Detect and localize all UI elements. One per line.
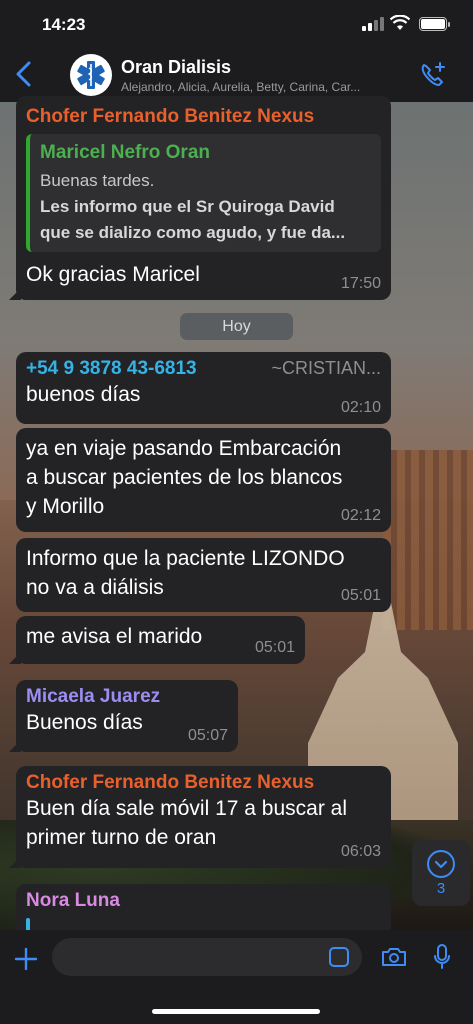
message-text-line: primer turno de oran <box>26 826 217 849</box>
star-of-life-icon <box>77 61 105 89</box>
sticker-icon[interactable] <box>329 947 349 967</box>
back-chevron-icon[interactable] <box>12 58 36 90</box>
message-time: 06:03 <box>340 843 381 860</box>
microphone-icon[interactable] <box>433 944 451 970</box>
message-time: 05:01 <box>254 639 295 656</box>
message-bubble[interactable]: Chofer Fernando Benitez Nexus Maricel Ne… <box>9 96 391 300</box>
message-text-line: no va a diálisis <box>26 576 164 599</box>
message-text-line: ya en viaje pasando Embarcación <box>26 437 342 460</box>
message-text: Ok gracias Maricel <box>26 263 200 286</box>
quoted-sender: Maricel Nefro Oran <box>40 142 210 163</box>
group-avatar[interactable] <box>70 54 112 96</box>
chevron-down-icon <box>427 850 455 878</box>
group-members[interactable]: Alejandro, Alicia, Aurelia, Betty, Carin… <box>121 80 411 94</box>
chat-title[interactable]: Oran Dialisis <box>121 57 231 78</box>
plus-icon[interactable] <box>14 947 38 971</box>
unread-count: 3 <box>436 880 446 897</box>
message-sender[interactable]: Chofer Fernando Benitez Nexus <box>26 772 381 794</box>
message-text-line: a buscar pacientes de los blancos <box>26 466 343 489</box>
message-time: 02:10 <box>340 399 381 416</box>
message-bubble[interactable]: +54 9 3878 43-6813 ~CRISTIAN... buenos d… <box>16 352 391 424</box>
message-bubble[interactable]: ya en viaje pasando Embarcación a buscar… <box>16 428 391 532</box>
message-sender[interactable]: Nora Luna <box>26 890 381 912</box>
date-separator: Hoy <box>180 313 293 340</box>
message-time: 17:50 <box>340 275 381 292</box>
message-text-line: y Morillo <box>26 495 105 518</box>
wifi-icon <box>390 15 410 30</box>
message-bubble[interactable]: Informo que la paciente LIZONDO no va a … <box>16 538 391 612</box>
quoted-message[interactable]: Maricel Nefro Oran Buenas tardes. Les in… <box>26 134 381 252</box>
message-time: 02:12 <box>340 507 381 524</box>
message-bubble[interactable]: Chofer Fernando Benitez Nexus Buen día s… <box>9 766 391 868</box>
camera-icon[interactable] <box>381 947 407 967</box>
message-sender[interactable]: Micaela Juarez <box>26 686 228 708</box>
message-time: 05:01 <box>340 587 381 604</box>
wallpaper-fort <box>383 450 473 630</box>
cellular-signal-icon <box>362 17 384 31</box>
message-input[interactable] <box>52 938 362 976</box>
status-bar: 14:23 <box>0 0 473 48</box>
message-sender: Chofer Fernando Benitez Nexus <box>26 106 315 127</box>
chat-header: Oran Dialisis Alejandro, Alicia, Aurelia… <box>0 48 473 102</box>
message-text: buenos días <box>26 383 141 406</box>
message-time: 05:07 <box>187 727 228 744</box>
battery-icon <box>419 17 450 31</box>
quoted-text-line: Les informo que el Sr Quiroga David <box>40 197 335 216</box>
message-bubble[interactable]: Micaela Juarez Buenos días 05:07 <box>9 680 238 752</box>
message-sender[interactable]: +54 9 3878 43-6813 <box>26 358 197 380</box>
home-indicator[interactable] <box>152 1009 320 1014</box>
add-call-icon[interactable] <box>418 60 448 90</box>
message-bubble[interactable]: me avisa el marido 05:01 <box>9 616 305 664</box>
status-time: 14:23 <box>42 15 86 34</box>
message-text-line: Informo que la paciente LIZONDO <box>26 547 345 570</box>
scroll-to-bottom-button[interactable]: 3 <box>412 840 470 906</box>
message-text-line: Buen día sale móvil 17 a buscar al <box>26 797 348 820</box>
quoted-text-line: que se dializo como agudo, y fue da... <box>40 223 346 242</box>
sender-alias: ~CRISTIAN... <box>271 358 381 378</box>
quoted-text-line: Buenas tardes. <box>40 171 155 190</box>
